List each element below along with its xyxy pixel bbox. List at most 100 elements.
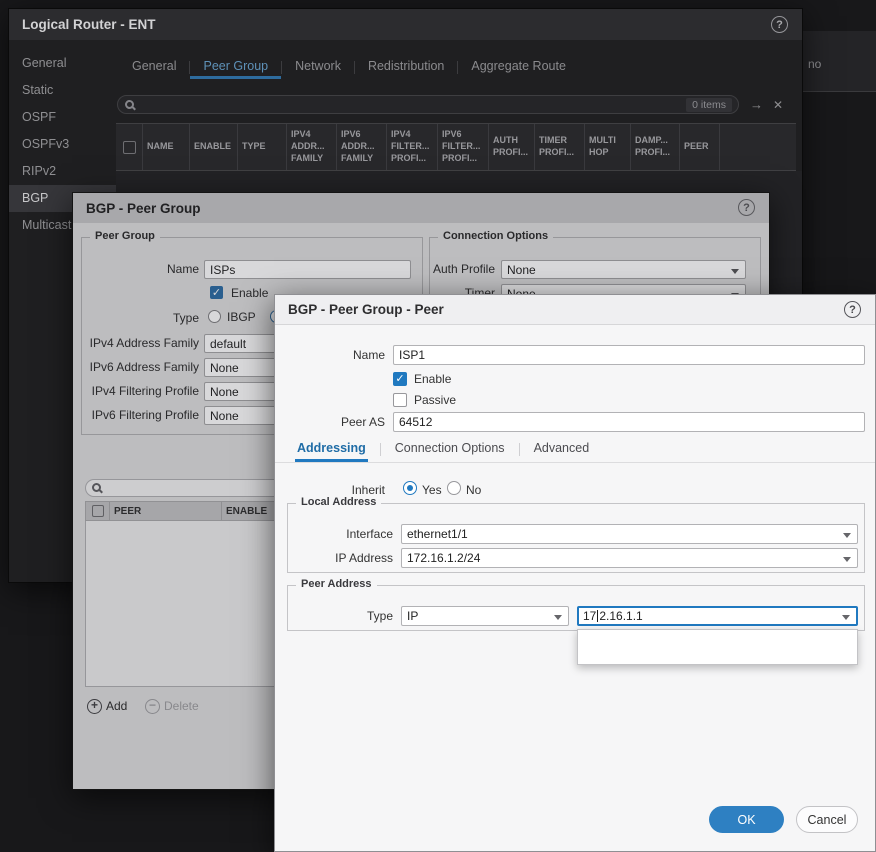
select-all-checkbox[interactable] (92, 505, 104, 517)
sidebar-item-ospfv3[interactable]: OSPFv3 (9, 131, 116, 158)
input-text-before-caret: 17 (583, 609, 596, 623)
peer-ip-dropdown-list[interactable] (577, 629, 858, 665)
delete-icon[interactable]: − (145, 699, 160, 714)
interface-select[interactable]: ethernet1/1 (401, 524, 858, 544)
screen: no Logical Router - ENT ? General Static… (0, 0, 876, 852)
help-icon[interactable]: ? (771, 16, 788, 33)
minus-glyph: − (149, 698, 156, 712)
type-ibgp-radio[interactable] (208, 310, 221, 323)
search-icon (125, 100, 134, 109)
add-icon[interactable]: + (87, 699, 102, 714)
chevron-down-icon (843, 533, 851, 538)
column-header-ipv4-filter-profile[interactable]: IPV4 FILTER... PROFI... (387, 124, 438, 170)
ipv6-address-family-label: IPv6 Address Family (81, 360, 199, 374)
tab-aggregate-route[interactable]: Aggregate Route (458, 59, 579, 79)
inherit-no-radio[interactable] (447, 481, 461, 495)
sidebar-item-ospf[interactable]: OSPF (9, 104, 116, 131)
name-input[interactable]: ISPs (204, 260, 411, 279)
peer-address-type-select[interactable]: IP (401, 606, 569, 626)
tab-advanced[interactable]: Advanced (532, 441, 592, 462)
column-header-type[interactable]: TYPE (238, 124, 287, 170)
sidebar-item-static[interactable]: Static (9, 77, 116, 104)
enable-checkbox[interactable]: ✓ (393, 372, 407, 386)
auth-profile-select[interactable]: None (501, 260, 746, 279)
inherit-yes-radio[interactable] (403, 481, 417, 495)
help-icon[interactable]: ? (844, 301, 861, 318)
tab-general[interactable]: General (119, 59, 189, 79)
enable-label: Enable (231, 286, 268, 300)
plus-glyph: + (91, 698, 98, 712)
tab-divider (275, 462, 875, 463)
peer-as-input[interactable]: 64512 (393, 412, 865, 432)
dialog-title: BGP - Peer Group (86, 201, 201, 216)
ipv4-filtering-profile-label: IPv4 Filtering Profile (81, 384, 199, 398)
filter-bar[interactable]: 0 items (117, 95, 739, 114)
select-all-checkbox-cell[interactable] (116, 124, 143, 170)
column-header-damp-profile[interactable]: DAMP... PROFI... (631, 124, 680, 170)
chevron-down-icon (554, 615, 562, 620)
type-ibgp-label: IBGP (227, 310, 256, 324)
enable-checkbox[interactable]: ✓ (210, 286, 223, 299)
delete-button[interactable]: Delete (164, 699, 199, 713)
help-glyph: ? (849, 304, 856, 316)
column-header-ipv6-addr-family[interactable]: IPV6 ADDR... FAMILY (337, 124, 387, 170)
bgp-peer-dialog: BGP - Peer Group - Peer ? Name ISP1 ✓ En… (274, 294, 876, 852)
ip-address-select[interactable]: 172.16.1.2/24 (401, 548, 858, 568)
tab-bar: General Peer Group Network Redistributio… (119, 53, 579, 79)
select-all-checkbox-cell[interactable] (86, 502, 110, 520)
ipv4-address-family-label: IPv4 Address Family (81, 336, 199, 350)
column-header-auth-profile[interactable]: AUTH PROFI... (489, 124, 535, 170)
check-icon: ✓ (395, 373, 404, 385)
items-count-badge: 0 items (686, 98, 732, 112)
fieldset-legend: Peer Address (296, 578, 377, 590)
column-header-ipv6-filter-profile[interactable]: IPV6 FILTER... PROFI... (438, 124, 489, 170)
fieldset-legend: Peer Group (90, 230, 160, 242)
check-icon: ✓ (212, 287, 221, 299)
add-button[interactable]: Add (106, 699, 127, 713)
logical-router-title-bar: Logical Router - ENT (9, 9, 802, 40)
sidebar-item-ripv2[interactable]: RIPv2 (9, 158, 116, 185)
select-value: ethernet1/1 (407, 527, 468, 541)
auth-profile-label: Auth Profile (429, 262, 495, 276)
select-value: 172.16.1.2/24 (407, 551, 480, 565)
peer-ip-combo-input[interactable]: 17 2.16.1.1 (577, 606, 858, 626)
column-header-timer-profile[interactable]: TIMER PROFI... (535, 124, 585, 170)
sidebar-item-general[interactable]: General (9, 50, 116, 77)
column-header-ipv4-addr-family[interactable]: IPV4 ADDR... FAMILY (287, 124, 337, 170)
tab-peer-group[interactable]: Peer Group (190, 59, 281, 79)
clear-filter-icon[interactable]: ✕ (773, 98, 783, 112)
tab-redistribution[interactable]: Redistribution (355, 59, 457, 79)
column-header-enable[interactable]: ENABLE (190, 124, 238, 170)
apply-filter-icon[interactable]: → (750, 97, 763, 112)
tab-connection-options[interactable]: Connection Options (393, 441, 507, 462)
column-header-name[interactable]: NAME (143, 124, 190, 170)
dialog-title: BGP - Peer Group - Peer (288, 302, 444, 317)
search-icon (92, 483, 101, 492)
enable-label: Enable (414, 372, 451, 386)
tab-addressing[interactable]: Addressing (295, 441, 368, 462)
inherit-yes-label: Yes (422, 483, 442, 497)
fieldset-legend: Connection Options (438, 230, 553, 242)
tab-separator (380, 443, 381, 456)
column-header-peer[interactable]: PEER (110, 502, 222, 520)
chevron-down-icon (843, 557, 851, 562)
peer-as-label: Peer AS (285, 415, 385, 429)
tab-separator (519, 443, 520, 456)
column-header-multi-hop[interactable]: MULTI HOP (585, 124, 631, 170)
column-header-peer[interactable]: PEER (680, 124, 720, 170)
text-cursor (597, 610, 598, 622)
peer-group-title-bar: BGP - Peer Group (73, 193, 769, 223)
fieldset-legend: Local Address (296, 496, 381, 508)
tab-network[interactable]: Network (282, 59, 354, 79)
help-icon[interactable]: ? (738, 199, 755, 216)
select-value: None (507, 263, 536, 277)
cancel-button[interactable]: Cancel (796, 806, 858, 833)
peer-title-bar: BGP - Peer Group - Peer (275, 295, 875, 325)
peer-address-type-label: Type (295, 609, 393, 623)
ok-button[interactable]: OK (709, 806, 784, 833)
name-input[interactable]: ISP1 (393, 345, 865, 365)
column-header-filler (720, 124, 796, 170)
passive-checkbox[interactable] (393, 393, 407, 407)
select-all-checkbox[interactable] (123, 141, 136, 154)
interface-label: Interface (295, 527, 393, 541)
